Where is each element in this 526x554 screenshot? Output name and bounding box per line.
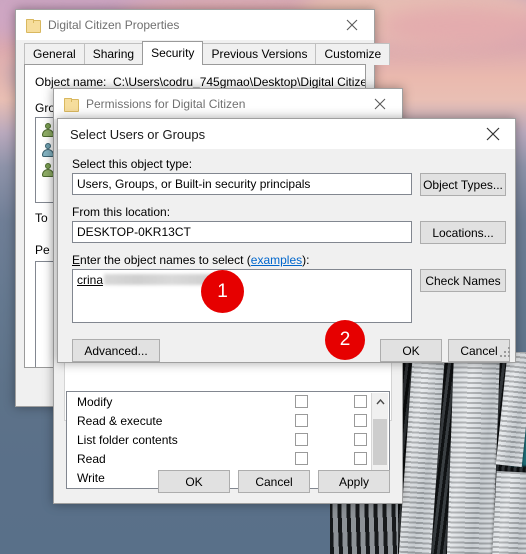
deny-checkbox[interactable] bbox=[354, 452, 367, 465]
close-icon[interactable] bbox=[358, 89, 402, 119]
group-names-label: Gro bbox=[35, 101, 56, 115]
permission-row[interactable]: Modify bbox=[67, 392, 389, 411]
properties-title-bar: Digital Citizen Properties bbox=[16, 10, 374, 40]
redacted-text-block bbox=[104, 274, 218, 285]
location-field[interactable]: DESKTOP-0KR13CT bbox=[72, 221, 412, 243]
step-badge-1: 1 bbox=[201, 270, 244, 313]
deny-checkbox[interactable] bbox=[354, 433, 367, 446]
chevron-up-icon[interactable] bbox=[372, 393, 389, 410]
cloud-streak bbox=[380, 6, 526, 46]
wallpaper-plank bbox=[446, 361, 500, 554]
wallpaper-plank bbox=[495, 352, 526, 468]
permission-row[interactable]: Read & execute bbox=[67, 411, 389, 430]
locations-button[interactable]: Locations... bbox=[420, 221, 506, 244]
allow-checkbox[interactable] bbox=[295, 414, 308, 427]
tab-security[interactable]: Security bbox=[142, 41, 204, 65]
advanced-button[interactable]: Advanced... bbox=[72, 339, 160, 362]
object-type-label: Select this object type: bbox=[72, 157, 193, 171]
permissions-for-label: Pe bbox=[35, 243, 50, 257]
permission-name: Modify bbox=[77, 394, 113, 409]
allow-checkbox[interactable] bbox=[295, 452, 308, 465]
tab-previous-versions[interactable]: Previous Versions bbox=[202, 43, 317, 65]
select-users-ok-button[interactable]: OK bbox=[380, 339, 442, 362]
close-icon[interactable] bbox=[471, 119, 515, 149]
permission-name: List folder contents bbox=[77, 432, 178, 447]
select-users-body: Select this object type: Users, Groups, … bbox=[58, 149, 515, 362]
object-name-label: Object name: bbox=[35, 75, 107, 89]
to-change-permissions-label: To bbox=[35, 211, 48, 225]
tab-customize[interactable]: Customize bbox=[315, 43, 391, 65]
deny-checkbox[interactable] bbox=[354, 395, 367, 408]
select-users-title-bar: Select Users or Groups bbox=[58, 119, 515, 149]
permissions-ok-button[interactable]: OK bbox=[158, 470, 230, 493]
object-types-button[interactable]: Object Types... bbox=[420, 173, 506, 196]
object-type-field[interactable]: Users, Groups, or Built-in security prin… bbox=[72, 173, 412, 195]
label-prefix: nter the object names to select ( bbox=[80, 253, 251, 267]
resize-grip[interactable] bbox=[500, 347, 512, 359]
object-name-value: C:\Users\codru_745gmao\Desktop\Digital C… bbox=[113, 75, 366, 89]
allow-checkbox[interactable] bbox=[295, 395, 308, 408]
object-names-value: crina bbox=[77, 273, 104, 287]
permission-name: Read & execute bbox=[77, 413, 163, 428]
wallpaper-plank bbox=[491, 471, 526, 554]
permissions-button-row: OK Cancel Apply bbox=[158, 470, 390, 493]
from-this-location-label: From this location: bbox=[72, 205, 171, 219]
select-users-window-title: Select Users or Groups bbox=[70, 126, 206, 142]
folder-icon bbox=[64, 98, 79, 112]
enter-object-names-label: Enter the object names to select (exampl… bbox=[72, 253, 309, 267]
tab-sharing[interactable]: Sharing bbox=[83, 43, 144, 65]
permissions-apply-button[interactable]: Apply bbox=[318, 470, 390, 493]
examples-link[interactable]: examples bbox=[251, 253, 302, 267]
permission-row[interactable]: List folder contents bbox=[67, 430, 389, 449]
properties-window-title: Digital Citizen Properties bbox=[48, 18, 180, 32]
permissions-window-title: Permissions for Digital Citizen bbox=[86, 97, 246, 111]
step-badge-2: 2 bbox=[325, 320, 365, 360]
label-prefix-underlined-e: E bbox=[72, 253, 81, 267]
check-names-button[interactable]: Check Names bbox=[420, 269, 506, 292]
deny-checkbox[interactable] bbox=[354, 414, 367, 427]
close-icon[interactable] bbox=[330, 10, 374, 40]
permissions-cancel-button[interactable]: Cancel bbox=[238, 470, 310, 493]
wallpaper-plank bbox=[398, 352, 446, 554]
object-name-row: Object name: C:\Users\codru_745gmao\Deskt… bbox=[35, 75, 366, 89]
properties-tab-strip: General Sharing Security Previous Versio… bbox=[24, 41, 391, 65]
permissions-title-bar: Permissions for Digital Citizen bbox=[54, 89, 402, 119]
scrollbar-thumb[interactable] bbox=[373, 419, 387, 465]
tab-general[interactable]: General bbox=[24, 43, 85, 65]
allow-checkbox[interactable] bbox=[295, 433, 308, 446]
folder-icon bbox=[26, 19, 41, 33]
wallpaper-planks bbox=[398, 352, 526, 554]
select-users-or-groups-dialog: Select Users or Groups Select this objec… bbox=[57, 118, 516, 363]
label-suffix: ): bbox=[302, 253, 310, 267]
permission-name: Read bbox=[77, 451, 106, 466]
permission-row[interactable]: Read bbox=[67, 449, 389, 468]
